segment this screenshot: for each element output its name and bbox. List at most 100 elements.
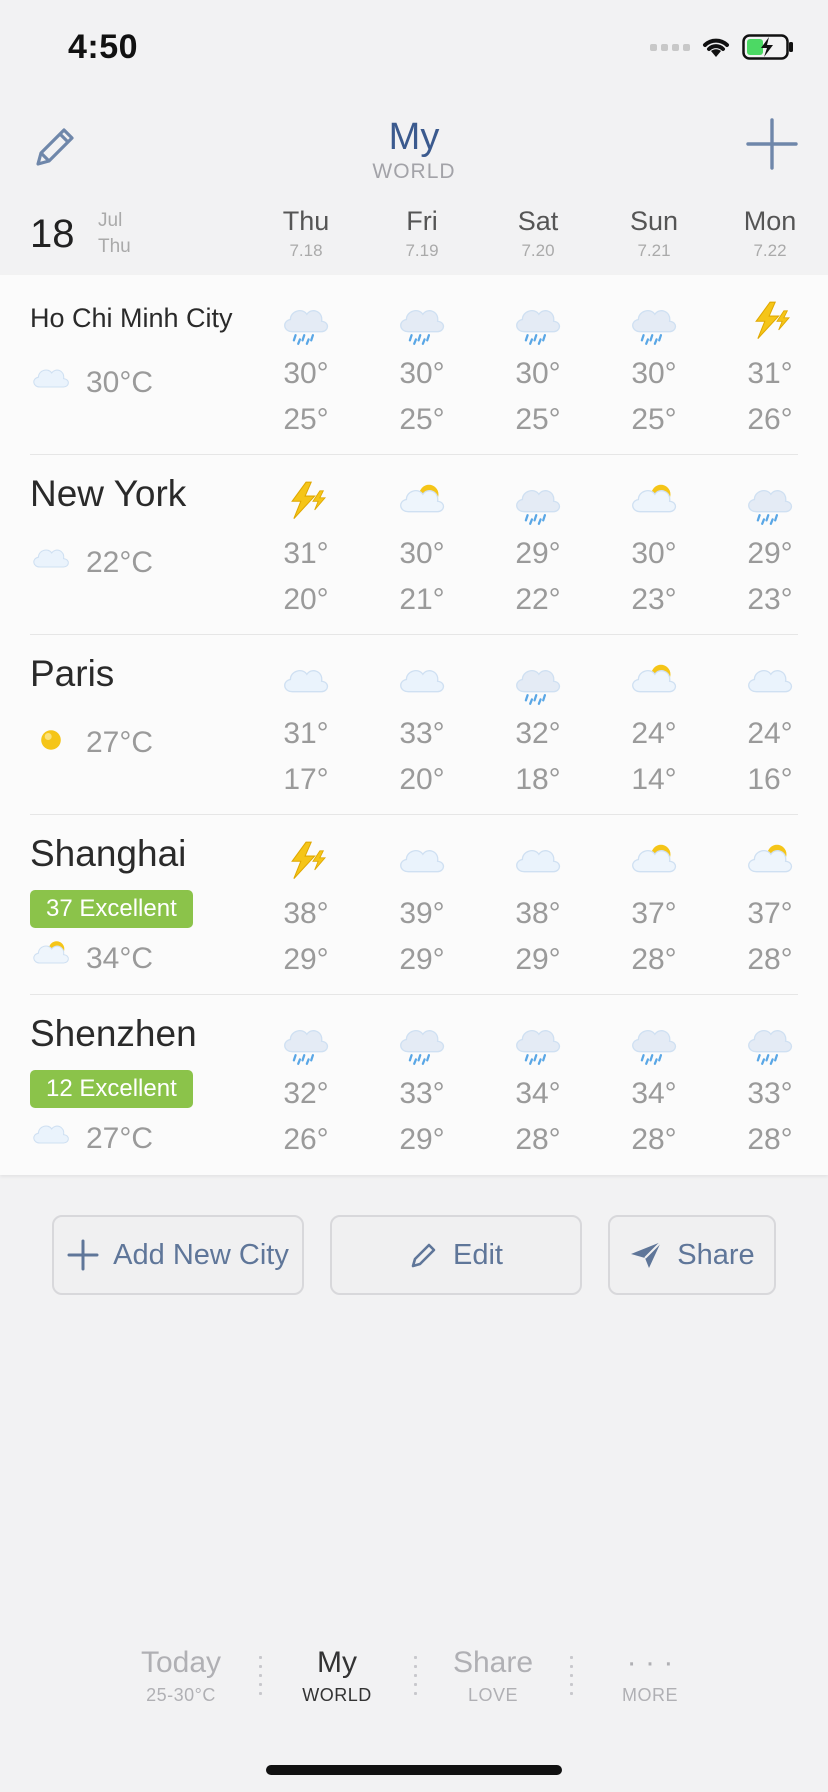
city-name: Shanghai bbox=[30, 833, 187, 874]
forecast-low: 29° bbox=[515, 943, 561, 976]
city-row[interactable]: New York 22°C 31° 20° 30° 21° 29° 22° 30° 23° 29° 2… bbox=[0, 455, 828, 635]
forecast-high: 31° bbox=[283, 537, 329, 570]
current-weather: 34°C bbox=[30, 935, 153, 982]
current-temp: 34°C bbox=[86, 941, 154, 975]
sun-icon bbox=[41, 730, 61, 750]
forecast-cell: 30° 21° bbox=[372, 475, 472, 623]
tab-bar: Today 25-30°C My WORLD Share LOVE · · · … bbox=[0, 1645, 828, 1725]
forecast-icon bbox=[488, 835, 588, 891]
today-month-weekday: Jul Thu bbox=[98, 208, 131, 260]
forecast-high: 24° bbox=[747, 717, 793, 750]
partly-cloudy-icon bbox=[632, 664, 677, 693]
forecast-high: 30° bbox=[399, 537, 445, 570]
forecast-icon bbox=[256, 1015, 356, 1071]
tab-label: My bbox=[317, 1646, 357, 1679]
tab-label: Today bbox=[140, 1646, 222, 1679]
forecast-cell: 32° 26° bbox=[256, 1015, 356, 1163]
cloud-icon bbox=[33, 1125, 69, 1144]
tab-share-love[interactable]: Share LOVE bbox=[423, 1645, 563, 1706]
rain-icon bbox=[400, 1030, 445, 1065]
add-city-plus-icon[interactable] bbox=[744, 116, 800, 172]
current-temp: 27°C bbox=[86, 1121, 154, 1155]
forecast-high: 29° bbox=[515, 537, 561, 570]
forecast-high: 31° bbox=[747, 357, 793, 390]
day-date: 7.21 bbox=[637, 241, 671, 260]
forecast-icon bbox=[604, 295, 704, 351]
forecast-icon bbox=[604, 1015, 704, 1071]
forecast-cell: 39° 29° bbox=[372, 835, 472, 983]
tab-sublabel: WORLD bbox=[302, 1685, 372, 1705]
forecast-cell: 24° 16° bbox=[720, 655, 820, 803]
share-button[interactable]: Share bbox=[608, 1215, 776, 1295]
forecast-low: 28° bbox=[631, 1123, 677, 1156]
edit-button[interactable]: Edit bbox=[330, 1215, 582, 1295]
forecast-high: 33° bbox=[399, 717, 445, 750]
tab-today[interactable]: Today 25-30°C bbox=[111, 1645, 251, 1706]
city-list: Ho Chi Minh City 30°C 30° 25° 30° 25° 30° 25° 30… bbox=[0, 275, 828, 1175]
forecast-low: 28° bbox=[631, 943, 677, 976]
day-name: Fri bbox=[406, 206, 438, 236]
forecast-cell: 31° 17° bbox=[256, 655, 356, 803]
page-title-main: My bbox=[388, 116, 440, 158]
current-weather-icon bbox=[30, 719, 72, 766]
status-icons bbox=[650, 34, 794, 60]
add-new-city-label: Add New City bbox=[113, 1238, 289, 1271]
day-name: Thu bbox=[282, 206, 330, 236]
forecast-icon bbox=[372, 655, 472, 711]
city-row[interactable]: Shenzhen 12 Excellent 27°C 32° 26° 33° 29° 34° 2… bbox=[0, 995, 828, 1175]
forecast-icon bbox=[372, 835, 472, 891]
city-row[interactable]: Ho Chi Minh City 30°C 30° 25° 30° 25° 30° 25° 30… bbox=[0, 275, 828, 455]
today-month: Jul bbox=[98, 210, 123, 231]
forecast-low: 20° bbox=[399, 763, 445, 796]
tab-sublabel: 25-30°C bbox=[146, 1685, 216, 1705]
status-time: 4:50 bbox=[68, 28, 139, 66]
home-indicator bbox=[266, 1765, 562, 1775]
forecast-icon bbox=[720, 1015, 820, 1071]
tab-more[interactable]: · · · MORE bbox=[580, 1645, 720, 1706]
forecast-cell: 31° 26° bbox=[720, 295, 820, 443]
forecast-high: 33° bbox=[747, 1077, 793, 1110]
current-weather-icon bbox=[30, 359, 72, 406]
rain-icon bbox=[400, 310, 445, 345]
date-header-row: 18 Jul Thu Thu 7.18 Fri 7.19 Sat 7.20 Su… bbox=[0, 200, 828, 270]
forecast-high: 39° bbox=[399, 897, 445, 930]
forecast-low: 22° bbox=[515, 583, 561, 616]
status-bar: 4:50 bbox=[0, 0, 828, 100]
forecast-cell: 33° 29° bbox=[372, 1015, 472, 1163]
forecast-cell: 31° 20° bbox=[256, 475, 356, 623]
city-name: Paris bbox=[30, 653, 115, 694]
day-header: Sat 7.20 bbox=[488, 206, 588, 261]
current-temp: 30°C bbox=[86, 365, 154, 399]
add-new-city-button[interactable]: Add New City bbox=[52, 1215, 304, 1295]
forecast-icon bbox=[372, 1015, 472, 1071]
forecast-low: 20° bbox=[283, 583, 329, 616]
tab-my-world[interactable]: My WORLD bbox=[267, 1645, 407, 1706]
wifi-icon bbox=[703, 38, 729, 57]
forecast-icon bbox=[256, 475, 356, 531]
rain-icon bbox=[632, 310, 677, 345]
day-date: 7.20 bbox=[521, 241, 555, 260]
forecast-high: 38° bbox=[515, 897, 561, 930]
forecast-low: 28° bbox=[747, 943, 793, 976]
day-header: Thu 7.18 bbox=[256, 206, 356, 261]
share-label: Share bbox=[677, 1238, 755, 1271]
partly-cloudy-icon bbox=[748, 844, 793, 873]
rain-icon bbox=[516, 490, 561, 525]
forecast-cell: 29° 23° bbox=[720, 475, 820, 623]
forecast-icon bbox=[488, 295, 588, 351]
cloud-icon bbox=[516, 850, 561, 873]
forecast-low: 23° bbox=[631, 583, 677, 616]
rain-icon bbox=[748, 1030, 793, 1065]
tab-sublabel: MORE bbox=[622, 1685, 678, 1705]
paper-plane-icon bbox=[631, 1241, 663, 1268]
tab-sublabel: LOVE bbox=[467, 1685, 519, 1705]
pencil-icon bbox=[411, 1243, 436, 1268]
forecast-low: 17° bbox=[283, 763, 329, 796]
current-weather: 30°C bbox=[30, 359, 153, 406]
city-row[interactable]: Paris 27°C 31° 17° 33° 20° 32° 18° 24° 14° 24° 16° bbox=[0, 635, 828, 815]
forecast-high: 37° bbox=[631, 897, 677, 930]
day-date: 7.22 bbox=[753, 241, 787, 260]
aqi-badge: 37 Excellent bbox=[30, 890, 193, 928]
city-row[interactable]: Shanghai 37 Excellent 34°C 38° 29° 39° 29° 38° 2… bbox=[0, 815, 828, 995]
forecast-high: 31° bbox=[283, 717, 329, 750]
